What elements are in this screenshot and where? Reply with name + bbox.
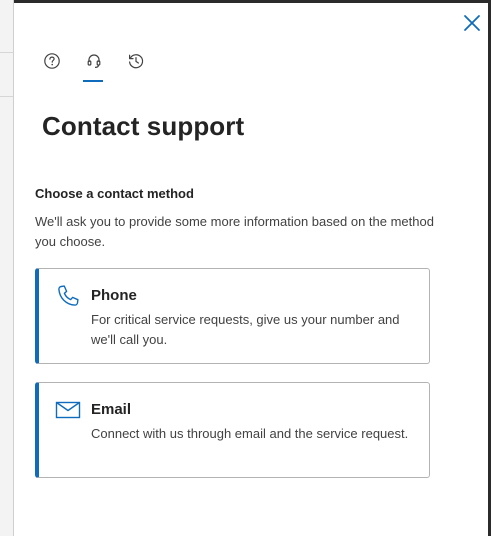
section-description: We'll ask you to provide some more infor…: [35, 214, 434, 249]
section-label: Choose a contact method: [35, 186, 194, 201]
close-button[interactable]: [460, 11, 484, 35]
phone-method-description: For critical service requests, give us y…: [91, 312, 400, 347]
mail-icon: [55, 397, 81, 423]
selected-tab-indicator: [83, 80, 103, 82]
headset-icon: [87, 54, 101, 68]
phone-method-title: Phone: [91, 287, 137, 304]
tab-contact-support[interactable]: [82, 49, 106, 73]
tab-help[interactable]: [40, 49, 64, 73]
tab-history[interactable]: [124, 49, 148, 73]
close-icon: [464, 15, 480, 31]
background-page-strip: [0, 0, 14, 536]
phone-icon: [55, 283, 81, 309]
phone-method-card[interactable]: Phone For critical service requests, giv…: [35, 268, 430, 364]
contact-support-panel: Contact support Choose a contact method …: [14, 3, 488, 536]
email-method-description: Connect with us through email and the se…: [91, 426, 409, 441]
help-circle-icon: [44, 53, 60, 69]
history-icon: [129, 54, 144, 69]
email-method-title: Email: [91, 401, 132, 418]
page-title: Contact support: [42, 111, 245, 141]
email-method-card[interactable]: Email Connect with us through email and …: [35, 382, 430, 478]
